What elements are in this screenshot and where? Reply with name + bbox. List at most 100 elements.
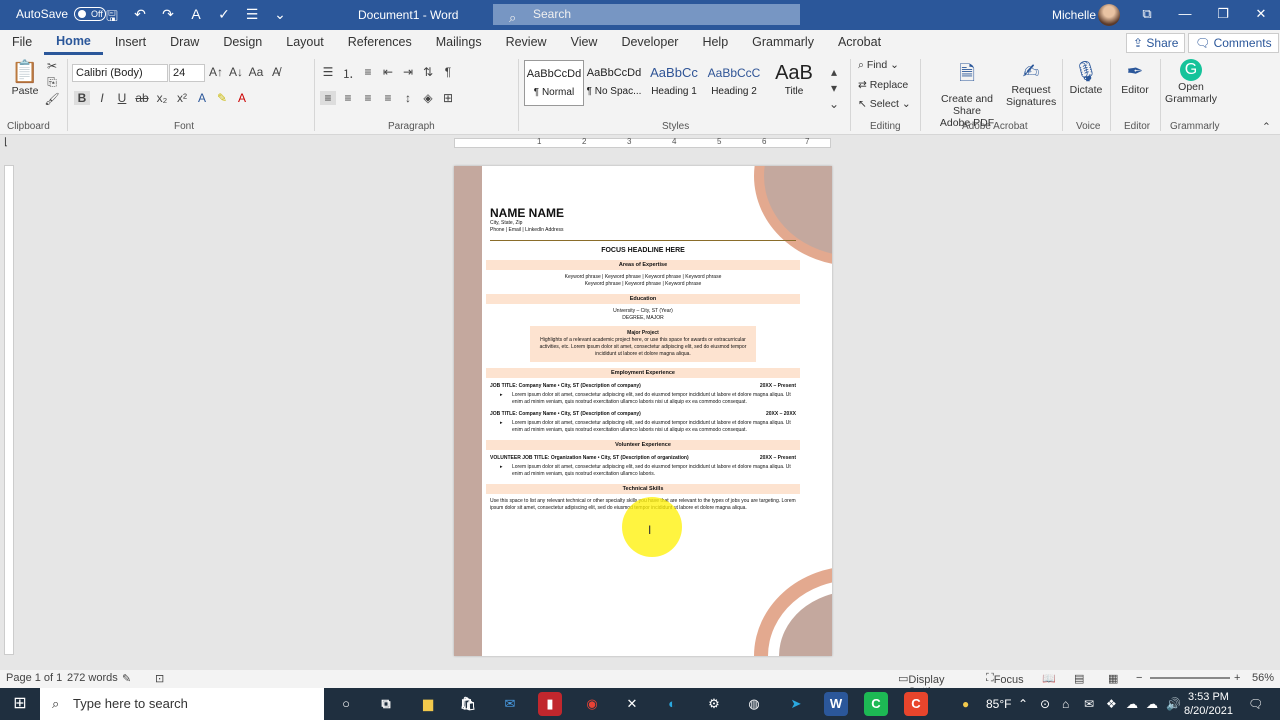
align-center-icon[interactable]: ≡ <box>340 91 356 105</box>
line-spacing-icon[interactable]: ↕ <box>400 91 416 105</box>
increase-indent-icon[interactable]: ⇥ <box>400 65 416 82</box>
tab-file[interactable]: File <box>0 30 44 55</box>
proofing-icon[interactable]: ✎ <box>122 672 131 685</box>
telegram-icon[interactable]: ➤ <box>784 692 808 716</box>
clear-formatting-icon[interactable]: A̸ <box>268 65 284 79</box>
store-icon[interactable]: 🛍 <box>456 692 480 716</box>
decrease-indent-icon[interactable]: ⇤ <box>380 65 396 82</box>
strikethrough-icon[interactable]: ab <box>134 91 150 105</box>
vertical-ruler[interactable] <box>4 165 14 655</box>
chrome-icon[interactable]: ◉ <box>580 692 604 716</box>
zoom-in-icon[interactable]: + <box>1234 672 1240 684</box>
cloud-icon[interactable]: ☁ <box>1126 688 1138 720</box>
numbering-icon[interactable]: ⒈ <box>340 65 356 82</box>
dropbox-icon[interactable]: ❖ <box>1106 688 1117 720</box>
tab-layout[interactable]: Layout <box>274 30 336 55</box>
replace-button[interactable]: ⇄ Replace <box>858 79 908 91</box>
tray-mail-icon[interactable]: ✉ <box>1084 688 1094 720</box>
tab-home[interactable]: Home <box>44 30 103 55</box>
autosave-control[interactable]: AutoSave Off <box>16 7 107 21</box>
tray-app-icon[interactable]: ⊙ <box>1040 688 1050 720</box>
bullets-icon[interactable]: ☰ <box>320 65 336 82</box>
edge-icon[interactable]: ◐ <box>660 692 684 716</box>
app-red-icon[interactable]: ▮ <box>538 692 562 716</box>
scroll-down-icon[interactable]: ▾ <box>826 81 842 95</box>
ribbon-display-icon[interactable]: ⧉ <box>1128 0 1166 30</box>
style-title[interactable]: AaB Title <box>764 60 824 106</box>
task-view-icon[interactable]: ⧉ <box>374 692 398 716</box>
bold-icon[interactable]: B <box>74 91 90 105</box>
style-no-spacing[interactable]: AaBbCcDd ¶ No Spac... <box>584 60 644 106</box>
select-button[interactable]: ↖ Select ⌄ <box>858 98 911 110</box>
justify-icon[interactable]: ≡ <box>380 91 396 105</box>
settings-icon[interactable]: ⚙ <box>702 692 726 716</box>
windows-start-icon[interactable]: ⊞ <box>0 688 40 720</box>
format-painter-icon[interactable]: 🖌 <box>44 92 60 106</box>
volume-icon[interactable]: 🔊 <box>1166 688 1181 720</box>
camtasia-green-icon[interactable]: C <box>864 692 888 716</box>
create-share-pdf-button[interactable]: 🗎 Create and Share Adobe PDF <box>926 59 1008 129</box>
text-effects-icon[interactable]: A <box>194 91 210 105</box>
onedrive-icon[interactable]: ☁ <box>1146 688 1158 720</box>
align-left-icon[interactable]: ≡ <box>320 91 336 105</box>
share-button[interactable]: ⇪ Share <box>1126 33 1186 53</box>
open-grammarly-button[interactable]: G Open Grammarly <box>1164 59 1218 105</box>
font-color-icon[interactable]: A <box>234 91 250 105</box>
maps-icon[interactable]: ◍ <box>742 692 766 716</box>
subscript-icon[interactable]: x₂ <box>154 91 170 105</box>
zoom-slider[interactable] <box>1150 677 1230 679</box>
list-icon[interactable]: ☰ <box>244 6 260 30</box>
more-styles-icon[interactable]: ⌄ <box>826 97 842 111</box>
superscript-icon[interactable]: x² <box>174 91 190 105</box>
page-count[interactable]: Page 1 of 1 <box>6 672 62 684</box>
print-layout-icon[interactable]: ▤ <box>1074 672 1084 685</box>
tab-grammarly[interactable]: Grammarly <box>740 30 826 55</box>
tab-review[interactable]: Review <box>494 30 559 55</box>
accessibility-icon[interactable]: ⊡ <box>155 672 164 685</box>
mail-icon[interactable]: ✉ <box>498 692 522 716</box>
find-button[interactable]: ⌕ Find ⌄ <box>858 59 899 72</box>
web-layout-icon[interactable]: ▦ <box>1108 672 1118 685</box>
tab-mailings[interactable]: Mailings <box>424 30 494 55</box>
user-name[interactable]: Michelle <box>1052 8 1096 22</box>
tab-draw[interactable]: Draw <box>158 30 211 55</box>
horizontal-ruler[interactable]: 1 2 3 4 5 6 7 <box>454 137 831 148</box>
file-explorer-icon[interactable]: ▆ <box>416 692 440 716</box>
copy-icon[interactable]: ⎘ <box>44 75 60 90</box>
italic-icon[interactable]: I <box>94 91 110 105</box>
word-icon[interactable]: W <box>824 692 848 716</box>
highlight-icon[interactable]: ✎ <box>214 91 230 105</box>
cut-icon[interactable]: ✂ <box>44 59 60 73</box>
change-case-icon[interactable]: Aa <box>248 65 264 79</box>
tab-view[interactable]: View <box>559 30 610 55</box>
search-box[interactable]: ⌕ Search <box>493 4 800 25</box>
document-page[interactable]: NAME NAME City, State, Zip Phone | Email… <box>454 166 832 656</box>
customize-qat-icon[interactable]: ⌄ <box>272 6 288 30</box>
collapse-ribbon-icon[interactable]: ⌃ <box>1262 121 1271 133</box>
style-normal[interactable]: AaBbCcDd ¶ Normal <box>524 60 584 106</box>
weather-icon[interactable]: ● <box>962 688 969 720</box>
sort-icon[interactable]: ⇅ <box>420 65 436 82</box>
tab-developer[interactable]: Developer <box>609 30 690 55</box>
zoom-level[interactable]: 56% <box>1252 672 1274 684</box>
restore-icon[interactable]: ❐ <box>1204 0 1242 30</box>
dictate-button[interactable]: 🎙 Dictate <box>1068 59 1104 96</box>
network-icon[interactable]: ⌂ <box>1062 688 1069 720</box>
comments-button[interactable]: 🗨 Comments <box>1188 33 1279 53</box>
scroll-up-icon[interactable]: ▴ <box>826 65 842 79</box>
spelling-icon[interactable]: ✓ <box>216 6 232 30</box>
tab-design[interactable]: Design <box>211 30 274 55</box>
read-mode-icon[interactable]: 📖 <box>1042 672 1056 685</box>
show-marks-icon[interactable]: ¶ <box>440 65 456 82</box>
shrink-font-icon[interactable]: A↓ <box>228 65 244 79</box>
paste-button[interactable]: 📋 Paste <box>10 59 40 97</box>
text-effects-icon[interactable]: A <box>188 6 204 30</box>
editor-button[interactable]: ✒ Editor <box>1116 59 1154 96</box>
clock[interactable]: 3:53 PM 8/20/2021 <box>1184 690 1233 718</box>
tray-chevron-icon[interactable]: ⌃ <box>1018 688 1028 720</box>
font-name-dropdown[interactable]: Calibri (Body) <box>72 64 168 82</box>
tab-selector-icon[interactable]: ⌊ <box>4 137 8 148</box>
style-heading-1[interactable]: AaBbCc Heading 1 <box>644 60 704 106</box>
zoom-out-icon[interactable]: − <box>1136 672 1142 684</box>
taskbar-search[interactable]: ⌕ Type here to search <box>40 688 324 720</box>
